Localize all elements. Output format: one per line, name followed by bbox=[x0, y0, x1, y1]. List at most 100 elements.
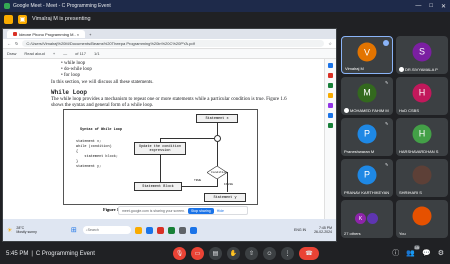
info-button[interactable]: ⓘ bbox=[392, 248, 399, 258]
flow-line bbox=[217, 142, 218, 166]
pin-icon bbox=[399, 67, 404, 72]
sidebar-office-icon bbox=[328, 103, 333, 108]
windows-start-icon: ⊞ bbox=[70, 227, 77, 234]
mic-icon: ✎ bbox=[385, 162, 389, 167]
flow-line bbox=[160, 138, 214, 139]
sidebar-games-icon bbox=[328, 93, 333, 98]
presenting-banner: ▣ Vimalraj M is presenting bbox=[0, 12, 450, 26]
self-tile[interactable]: You bbox=[396, 200, 448, 238]
minimize-button[interactable]: — bbox=[415, 3, 421, 10]
captions-button[interactable]: ▤ bbox=[209, 247, 222, 260]
taskbar-explorer-icon bbox=[134, 226, 142, 234]
pdf-read-aloud: Read aloud bbox=[24, 51, 45, 56]
edge-sidebar bbox=[324, 59, 336, 219]
presenting-text: Vimalraj M is presenting bbox=[32, 16, 91, 22]
reload-icon: ↻ bbox=[15, 41, 19, 46]
stop-sharing-button[interactable]: Stop sharing bbox=[188, 207, 214, 214]
flow-line bbox=[160, 155, 161, 182]
avatar: H bbox=[412, 83, 432, 103]
camera-off-button[interactable]: ▭ bbox=[191, 247, 204, 260]
participant-tile[interactable]: H HoD CSBS bbox=[396, 77, 448, 115]
people-button[interactable]: 👥 35 bbox=[406, 245, 420, 257]
close-button[interactable]: ✕ bbox=[441, 3, 446, 10]
sidebar-search-icon bbox=[328, 63, 333, 68]
participant-tile[interactable]: V Vimalraj M bbox=[341, 36, 393, 74]
browser-title-bar: Google Meet - Meet - C Programming Event… bbox=[0, 0, 450, 12]
flow-line bbox=[160, 138, 161, 142]
sharing-notice-bar: meet.google.com is sharing your screen. … bbox=[118, 206, 248, 215]
taskbar-edge-icon bbox=[145, 226, 153, 234]
back-icon: ← bbox=[7, 41, 11, 46]
activities-button[interactable]: ⚙ bbox=[438, 249, 444, 257]
avatar: H bbox=[412, 124, 432, 144]
chat-button[interactable]: 💬 bbox=[422, 249, 431, 257]
avatar: V bbox=[357, 42, 377, 62]
participant-tile[interactable]: S DR.SIVYAMALA P bbox=[396, 36, 448, 74]
syntax-title: Syntax of While Loop bbox=[80, 128, 123, 132]
meeting-bottom-bar: 5:45 PM | C Programming Event 🎙 ▭ ▤ ✋ ⇧ … bbox=[0, 244, 450, 264]
others-tile[interactable]: K 27 others bbox=[341, 200, 393, 238]
weather-desc: Mostly sunny bbox=[16, 230, 37, 234]
avatar: P bbox=[357, 124, 377, 144]
meeting-time: 5:45 PM bbox=[6, 251, 29, 257]
participant-name: Vimalraj M bbox=[345, 66, 364, 71]
participant-name: Praneshwaran M bbox=[344, 149, 375, 154]
system-tray: ENG IN bbox=[294, 228, 306, 232]
syntax-code: statement x; while (condition) { stateme… bbox=[76, 140, 119, 169]
statement-block-box: Statement Block bbox=[134, 182, 182, 191]
pdf-draw: Draw bbox=[7, 51, 17, 56]
false-label: FALSE bbox=[224, 183, 234, 186]
sharing-notice-text: meet.google.com is sharing your screen. bbox=[122, 208, 186, 213]
raise-hand-button[interactable]: ✋ bbox=[227, 247, 240, 260]
taskbar-app-icon bbox=[167, 226, 175, 234]
speaking-indicator-icon bbox=[383, 40, 389, 46]
tray-lang: ENG IN bbox=[294, 228, 307, 232]
present-button[interactable]: ⇧ bbox=[245, 247, 258, 260]
flow-line bbox=[182, 186, 217, 187]
doc-bullet: • for loop bbox=[61, 73, 80, 78]
mic-icon: ✎ bbox=[385, 121, 389, 126]
participant-name: HoD CSBS bbox=[399, 108, 420, 113]
window-controls: — □ ✕ bbox=[415, 3, 446, 10]
participant-tile[interactable]: P ✎ PRANAV KARTHIKEYAN bbox=[341, 159, 393, 197]
participant-name: PRANAV KARTHIKEYAN bbox=[344, 190, 390, 195]
participant-tile[interactable]: M ✎ MOHAMED FAHIM M bbox=[341, 77, 393, 115]
pdf-icon bbox=[13, 32, 17, 36]
meet-logo-icon bbox=[4, 3, 10, 9]
participant-name: MOHAMED FAHIM M bbox=[344, 108, 389, 113]
call-controls: 🎙 ▭ ▤ ✋ ⇧ ☺ ⋮ ☎ bbox=[173, 247, 319, 260]
side-controls: ⓘ 👥 35 💬 ⚙ bbox=[392, 245, 444, 258]
self-video-thumbnail bbox=[412, 206, 432, 226]
reactions-button[interactable]: ☺ bbox=[263, 247, 276, 260]
avatar: K bbox=[355, 213, 366, 224]
update-condition-box: Update the condition expression bbox=[134, 142, 186, 155]
participant-tile[interactable]: SHRIHARI S bbox=[396, 159, 448, 197]
mic-off-button[interactable]: 🎙 bbox=[173, 247, 186, 260]
hide-button[interactable]: Hide bbox=[217, 209, 224, 213]
taskbar-app-icon bbox=[178, 226, 186, 234]
participant-grid: V Vimalraj M S DR.SIVYAMALA P M ✎ MOHAME… bbox=[341, 36, 448, 240]
browser-tab-title[interactable]: Google Meet - Meet - C Programming Event bbox=[13, 3, 111, 9]
meeting-name: C Programming Event bbox=[35, 251, 95, 257]
shared-browser-tabbar: Ideone Phono Programming M.. × + bbox=[3, 29, 336, 39]
pdf-zoom-in: + bbox=[52, 51, 56, 56]
shared-url: C:/Users/Vimalraj%20M/Documents/Beams%20… bbox=[22, 40, 325, 47]
star-icon: ☆ bbox=[328, 41, 332, 46]
participant-tile[interactable]: P ✎ Praneshwaran M bbox=[341, 118, 393, 156]
meeting-info: 5:45 PM | C Programming Event bbox=[6, 251, 95, 257]
participant-tile[interactable]: H HARSHAVARDHAN S bbox=[396, 118, 448, 156]
present-screen-icon: ▣ bbox=[18, 14, 27, 24]
sidebar-tools-icon bbox=[328, 83, 333, 88]
meeting-separator: | bbox=[31, 251, 33, 257]
shared-pdf-tab: Ideone Phono Programming M.. × bbox=[7, 30, 86, 38]
leave-call-button[interactable]: ☎ bbox=[299, 247, 319, 260]
doc-heading: While Loop bbox=[51, 89, 88, 96]
maximize-button[interactable]: □ bbox=[429, 3, 433, 10]
meet-window: Google Meet - Meet - C Programming Event… bbox=[0, 0, 450, 264]
video-thumbnail bbox=[412, 165, 432, 185]
flow-line bbox=[217, 179, 218, 187]
participant-name: DR.SIVYAMALA P bbox=[399, 67, 438, 72]
sidebar-outlook-icon bbox=[328, 113, 333, 118]
pdf-page-count: of 117 bbox=[75, 51, 86, 56]
more-options-button[interactable]: ⋮ bbox=[281, 247, 294, 260]
